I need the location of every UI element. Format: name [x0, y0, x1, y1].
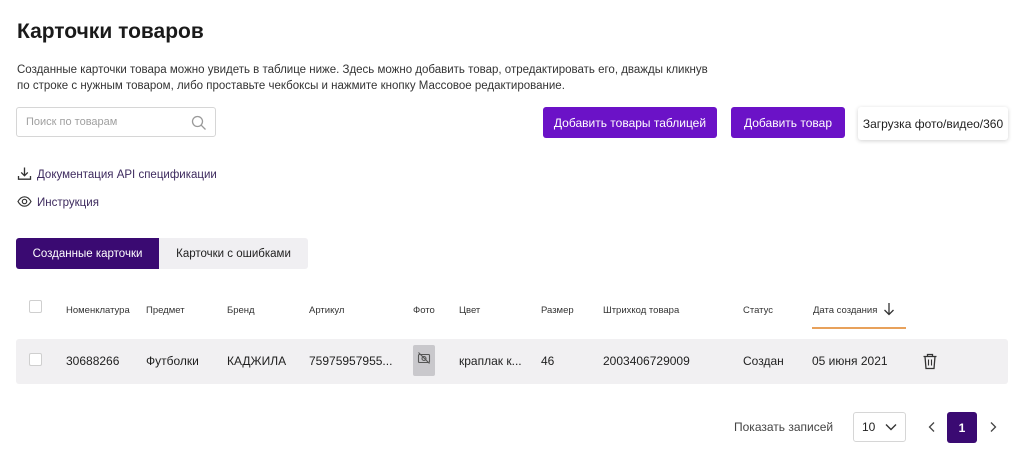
column-header-status[interactable]: Статус [743, 305, 773, 316]
tab-created-cards[interactable]: Созданные карточки [16, 238, 159, 269]
api-docs-label: Документация API спецификации [37, 169, 217, 181]
column-header-created[interactable]: Дата создания [813, 305, 877, 316]
page-size-select[interactable]: 10 [853, 412, 906, 442]
column-header-photo[interactable]: Фото [413, 305, 435, 316]
table-row[interactable]: 30688266 Футболки КАДЖИЛА 75975957955...… [16, 339, 1008, 384]
page-size-value: 10 [862, 420, 876, 434]
add-products-table-button[interactable]: Добавить товары таблицей [543, 107, 717, 138]
page-size-label: Показать записей [734, 420, 834, 434]
api-docs-link[interactable]: Документация API спецификации [17, 166, 217, 184]
cell-brand: КАДЖИЛА [227, 354, 287, 368]
upload-media-button[interactable]: Загрузка фото/видео/360 [858, 107, 1008, 140]
cell-nomenclature: 30688266 [66, 354, 120, 368]
trash-icon[interactable] [922, 353, 938, 370]
page-button-current[interactable]: 1 [947, 412, 977, 443]
select-all-checkbox[interactable] [29, 300, 42, 313]
instruction-label: Инструкция [37, 197, 99, 209]
column-header-article[interactable]: Артикул [309, 305, 344, 316]
column-header-size[interactable]: Размер [541, 305, 574, 316]
sort-indicator [812, 327, 906, 329]
chevron-left-icon[interactable] [926, 420, 938, 434]
column-header-subject[interactable]: Предмет [146, 305, 185, 316]
cell-status: Создан [743, 354, 784, 368]
cell-created: 05 июня 2021 [812, 354, 888, 368]
cell-article: 75975957955... [309, 354, 393, 368]
row-checkbox[interactable] [29, 353, 42, 366]
tab-error-cards[interactable]: Карточки с ошибками [159, 238, 308, 269]
cell-subject: Футболки [146, 354, 199, 368]
table-header: Номенклатура Предмет Бренд Артикул Фото … [16, 290, 1008, 330]
search-icon[interactable] [191, 115, 207, 131]
eye-icon [17, 194, 37, 212]
cell-size: 46 [541, 354, 555, 368]
column-header-brand[interactable]: Бренд [227, 305, 255, 316]
column-header-color[interactable]: Цвет [459, 305, 480, 316]
cell-barcode: 2003406729009 [603, 354, 690, 368]
add-product-button[interactable]: Добавить товар [731, 107, 845, 138]
sort-down-icon[interactable] [882, 302, 896, 316]
card-tabs: Созданные карточки Карточки с ошибками [16, 238, 308, 269]
page-title: Карточки товаров [17, 20, 204, 43]
download-icon [17, 166, 37, 184]
no-photo-icon [417, 351, 431, 370]
search-box[interactable] [16, 107, 216, 137]
cell-color: краплак к... [459, 354, 522, 368]
page-description: Созданные карточки товара можно увидеть … [17, 64, 708, 92]
cell-photo[interactable] [413, 345, 435, 376]
instruction-link[interactable]: Инструкция [17, 194, 99, 212]
column-header-nomenclature[interactable]: Номенклатура [66, 305, 130, 316]
column-header-barcode[interactable]: Штрихкод товара [603, 305, 679, 316]
chevron-right-icon[interactable] [987, 420, 999, 434]
search-input[interactable] [17, 108, 187, 136]
